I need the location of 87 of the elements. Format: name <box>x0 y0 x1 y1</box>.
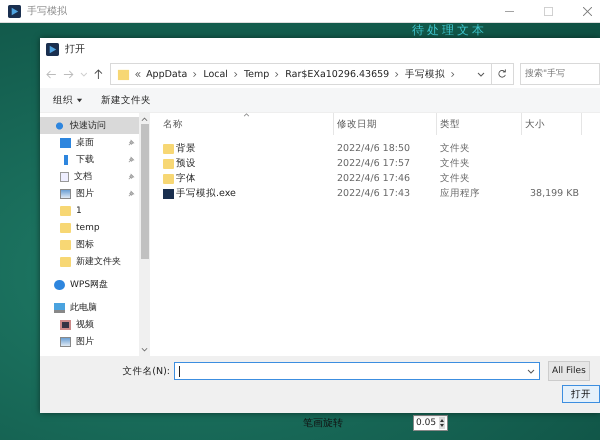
app-icon <box>163 188 174 198</box>
up-arrow-icon[interactable] <box>93 68 104 80</box>
window-title: 手写模拟 <box>27 4 67 18</box>
sidebar-item[interactable]: 桌面 <box>40 134 139 151</box>
pin-icon[interactable] <box>128 139 135 146</box>
table-cell-text: 文件夹 <box>439 157 471 170</box>
column-header[interactable]: 修改日期 <box>334 113 437 135</box>
search-field[interactable]: 搜索"手写 <box>520 63 600 85</box>
sidebar-item[interactable]: 下载 <box>40 151 139 168</box>
file-name[interactable]: 预设 <box>150 157 334 170</box>
number-spinner[interactable]: 0.05 <box>413 415 448 431</box>
pin-icon[interactable] <box>128 190 135 197</box>
folder-icon <box>60 206 71 216</box>
column-header[interactable]: 类型 <box>437 113 522 135</box>
app-icon <box>8 4 21 18</box>
table-cell-text: 应用程序 <box>439 187 481 200</box>
sidebar-item[interactable]: WPS网盘 <box>40 276 139 293</box>
open-button[interactable]: 打开 <box>562 385 600 403</box>
column-header[interactable]: 名称 <box>150 113 334 135</box>
app-icon <box>46 42 59 56</box>
breadcrumb-item[interactable]: Local <box>203 68 228 80</box>
folder-icon <box>60 240 71 250</box>
video-icon <box>60 320 71 330</box>
heading-text: 待处理文本 <box>412 23 487 37</box>
table-cell-text: 2022/4/6 18:50 <box>336 143 412 154</box>
chevron-icon[interactable] <box>450 70 456 78</box>
address-bar[interactable]: AppData Local Temp Rar$EXa10296.43659 手写模拟 <box>110 63 492 85</box>
sidebar-item[interactable]: 视频 <box>40 316 139 333</box>
table-cell-text: 2022/4/6 17:46 <box>336 173 412 184</box>
computer-icon <box>54 302 65 312</box>
breadcrumb-item[interactable]: 手写模拟 <box>405 68 446 80</box>
refresh-button[interactable] <box>490 63 514 85</box>
chevron-icon[interactable] <box>274 70 280 78</box>
folder-icon <box>163 158 174 168</box>
scroll-down-icon[interactable] <box>141 347 148 353</box>
chevron-icon[interactable] <box>192 70 198 78</box>
breadcrumb-item[interactable]: Temp <box>244 68 270 80</box>
folder-icon <box>117 68 130 80</box>
file-type-dropdown[interactable]: All Files <box>548 361 590 381</box>
sidebar-item[interactable]: 1 <box>40 202 139 219</box>
close-icon[interactable] <box>583 6 592 16</box>
table-cell-text: 文件夹 <box>439 172 471 185</box>
chevron-icon[interactable] <box>394 70 400 78</box>
filename-label: 文件名(N): <box>121 364 170 378</box>
sidebar-item[interactable]: 图片 <box>40 185 139 202</box>
toolbar-button[interactable]: 组织 <box>53 94 83 106</box>
dropdown-caret-icon[interactable] <box>76 96 83 104</box>
monitor-icon <box>60 138 71 148</box>
picture-icon <box>60 188 71 198</box>
column-header[interactable]: 大小 <box>522 113 582 135</box>
dropdown-caret-icon[interactable] <box>476 70 484 78</box>
scrollbar[interactable] <box>139 113 150 356</box>
breadcrumb-item[interactable]: AppData <box>146 68 188 80</box>
table-cell-text: 文件夹 <box>439 142 471 155</box>
table-cell-text: 38,199 KB <box>528 188 580 199</box>
sidebar-item[interactable]: temp <box>40 219 139 236</box>
sidebar-item[interactable]: 快速访问 <box>40 117 139 134</box>
file-name[interactable]: 背景 <box>150 142 334 155</box>
scroll-up-icon[interactable] <box>141 116 148 122</box>
double-chevron-icon[interactable] <box>135 70 142 78</box>
sidebar-item[interactable]: 文档 <box>40 168 139 185</box>
picture-icon <box>60 336 71 346</box>
chevron-icon[interactable] <box>232 70 239 78</box>
refresh-icon[interactable] <box>497 69 508 79</box>
dropdown-caret-icon[interactable] <box>527 367 535 375</box>
sidebar-item[interactable]: 此电脑 <box>40 299 139 316</box>
toolbar-button[interactable]: 新建文件夹 <box>101 94 151 106</box>
file-name[interactable]: 手写模拟.exe <box>150 187 334 200</box>
dialog-title: 打开 <box>65 42 85 56</box>
document-icon <box>60 172 69 182</box>
sort-caret-icon <box>243 113 250 117</box>
file-name[interactable]: 字体 <box>150 172 334 185</box>
table-cell-text: 2022/4/6 17:43 <box>336 188 412 199</box>
stroke-rotation-label: 笔画旋转 <box>303 416 343 430</box>
table-cell-text: 2022/4/6 17:57 <box>336 158 412 169</box>
folder-icon <box>163 144 174 154</box>
sidebar-item[interactable]: 图片 <box>40 333 139 350</box>
folder-icon <box>60 256 71 266</box>
breadcrumb-item[interactable]: Rar$EXa10296.43659 <box>285 68 390 80</box>
pin-icon[interactable] <box>128 156 135 163</box>
folder-icon <box>163 174 174 184</box>
folder-icon <box>60 222 71 232</box>
pin-icon[interactable] <box>128 173 135 180</box>
spinner-arrows-icon[interactable] <box>439 417 446 429</box>
sidebar-item[interactable]: 图标 <box>40 236 139 253</box>
sidebar-item[interactable]: 新建文件夹 <box>40 253 139 270</box>
filename-field[interactable] <box>174 362 540 380</box>
